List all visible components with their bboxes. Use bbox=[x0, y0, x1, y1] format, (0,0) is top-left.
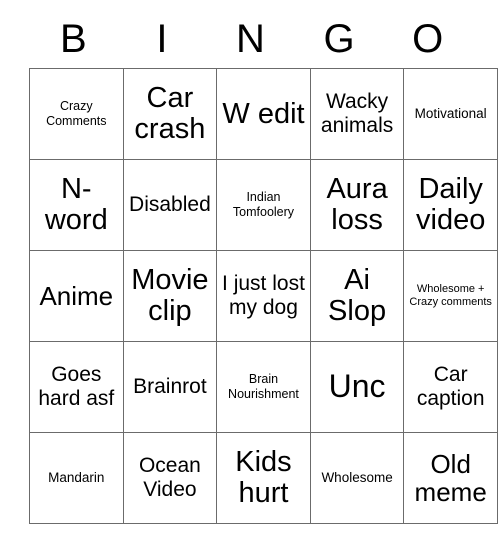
bingo-cell-label: Wacky animals bbox=[320, 90, 394, 137]
bingo-cell-r2c1[interactable]: N-word bbox=[29, 159, 124, 251]
bingo-cell-label: Ai Slop bbox=[328, 264, 387, 327]
bingo-cell-r3c5[interactable]: Wholesome + Crazy comments bbox=[403, 250, 498, 342]
bingo-cell-label: Crazy Comments bbox=[46, 99, 107, 128]
bingo-grid: Crazy Comments Car crash W edit Wacky anima… bbox=[29, 68, 498, 524]
bingo-cell-label: Aura loss bbox=[326, 173, 388, 236]
bingo-header-letter-n: N bbox=[236, 17, 265, 61]
bingo-cell-label: Anime bbox=[39, 280, 114, 311]
bingo-header-letter-o: O bbox=[412, 17, 444, 61]
bingo-cell-r4c1[interactable]: Goes hard asf bbox=[29, 341, 124, 433]
bingo-row: Crazy Comments Car crash W edit Wacky anima… bbox=[29, 68, 498, 160]
bingo-cell-label: Wholesome + Crazy comments bbox=[409, 282, 492, 308]
bingo-cell-label: Daily video bbox=[416, 173, 486, 236]
bingo-cell-r4c2[interactable]: Brainrot bbox=[122, 341, 218, 433]
bingo-cell-label: Movie clip bbox=[131, 264, 209, 327]
bingo-cell-label: I just lost my dog bbox=[222, 272, 305, 319]
bingo-cell-label: Wholesome bbox=[321, 470, 393, 486]
bingo-cell-label: Brain Nourishment bbox=[228, 372, 299, 401]
bingo-cell-label: Kids hurt bbox=[235, 446, 292, 509]
bingo-row: Goes hard asf Brainrot Brain Nourishment Un… bbox=[29, 341, 498, 433]
bingo-row: N-word Disabled Indian Tomfoolery Aura loss… bbox=[29, 159, 498, 251]
bingo-cell-label: Unc bbox=[328, 368, 386, 405]
bingo-header-letter-g: G bbox=[323, 17, 355, 61]
bingo-card: B I N G O Crazy Comments Car crash W edit Wacky… bbox=[29, 10, 498, 524]
bingo-cell-r2c3[interactable]: Indian Tomfoolery bbox=[216, 159, 311, 251]
bingo-cell-r3c2[interactable]: Movie clip bbox=[122, 250, 218, 342]
bingo-cell-r5c1[interactable]: Mandarin bbox=[29, 432, 124, 524]
bingo-cell-label: Indian Tomfoolery bbox=[232, 190, 295, 219]
bingo-cell-r5c3[interactable]: Kids hurt bbox=[216, 432, 311, 524]
bingo-cell-r1c3[interactable]: W edit bbox=[216, 68, 311, 160]
bingo-cell-label: Car crash bbox=[134, 82, 206, 145]
bingo-cell-r3c3[interactable]: I just lost my dog bbox=[216, 250, 311, 342]
bingo-cell-label: Brainrot bbox=[133, 375, 207, 399]
bingo-cell-r5c4[interactable]: Wholesome bbox=[309, 432, 405, 524]
bingo-cell-label: N-word bbox=[44, 173, 108, 236]
bingo-row: Anime Movie clip I just lost my dog Ai Slop… bbox=[29, 250, 498, 342]
bingo-cell-label: Old meme bbox=[414, 448, 487, 507]
bingo-cell-r1c1[interactable]: Crazy Comments bbox=[29, 68, 124, 160]
bingo-header-row: BINGO bbox=[29, 10, 472, 68]
bingo-cell-r2c2[interactable]: Disabled bbox=[122, 159, 218, 251]
bingo-cell-r1c5[interactable]: Motivational bbox=[403, 68, 498, 160]
bingo-cell-label: Car caption bbox=[416, 363, 485, 410]
bingo-cell-label: Disabled bbox=[129, 193, 211, 217]
bingo-grid-body: Crazy Comments Car crash W edit Wacky anima… bbox=[29, 68, 498, 524]
bingo-cell-label: W edit bbox=[222, 97, 305, 130]
bingo-cell-r3c1[interactable]: Anime bbox=[29, 250, 124, 342]
bingo-cell-r5c2[interactable]: Ocean Video bbox=[122, 432, 218, 524]
bingo-cell-r3c4[interactable]: Ai Slop bbox=[309, 250, 405, 342]
bingo-header-letter-b: B bbox=[59, 17, 87, 61]
bingo-cell-r2c5[interactable]: Daily video bbox=[403, 159, 498, 251]
bingo-cell-r1c4[interactable]: Wacky animals bbox=[309, 68, 405, 160]
bingo-cell-label: Mandarin bbox=[48, 470, 105, 486]
bingo-cell-label: Goes hard asf bbox=[38, 363, 115, 410]
bingo-row: Mandarin Ocean Video Kids hurt Wholesome Old… bbox=[29, 432, 498, 524]
bingo-cell-r1c2[interactable]: Car crash bbox=[122, 68, 218, 160]
bingo-cell-r5c5[interactable]: Old meme bbox=[403, 432, 498, 524]
bingo-cell-r4c3[interactable]: Brain Nourishment bbox=[216, 341, 311, 433]
bingo-cell-label: Motivational bbox=[414, 106, 487, 122]
bingo-cell-label: Ocean Video bbox=[138, 454, 201, 501]
bingo-cell-r4c4[interactable]: Unc bbox=[309, 341, 405, 433]
bingo-header-letter-i: I bbox=[156, 17, 168, 61]
bingo-cell-r2c4[interactable]: Aura loss bbox=[309, 159, 405, 251]
bingo-cell-r4c5[interactable]: Car caption bbox=[403, 341, 498, 433]
